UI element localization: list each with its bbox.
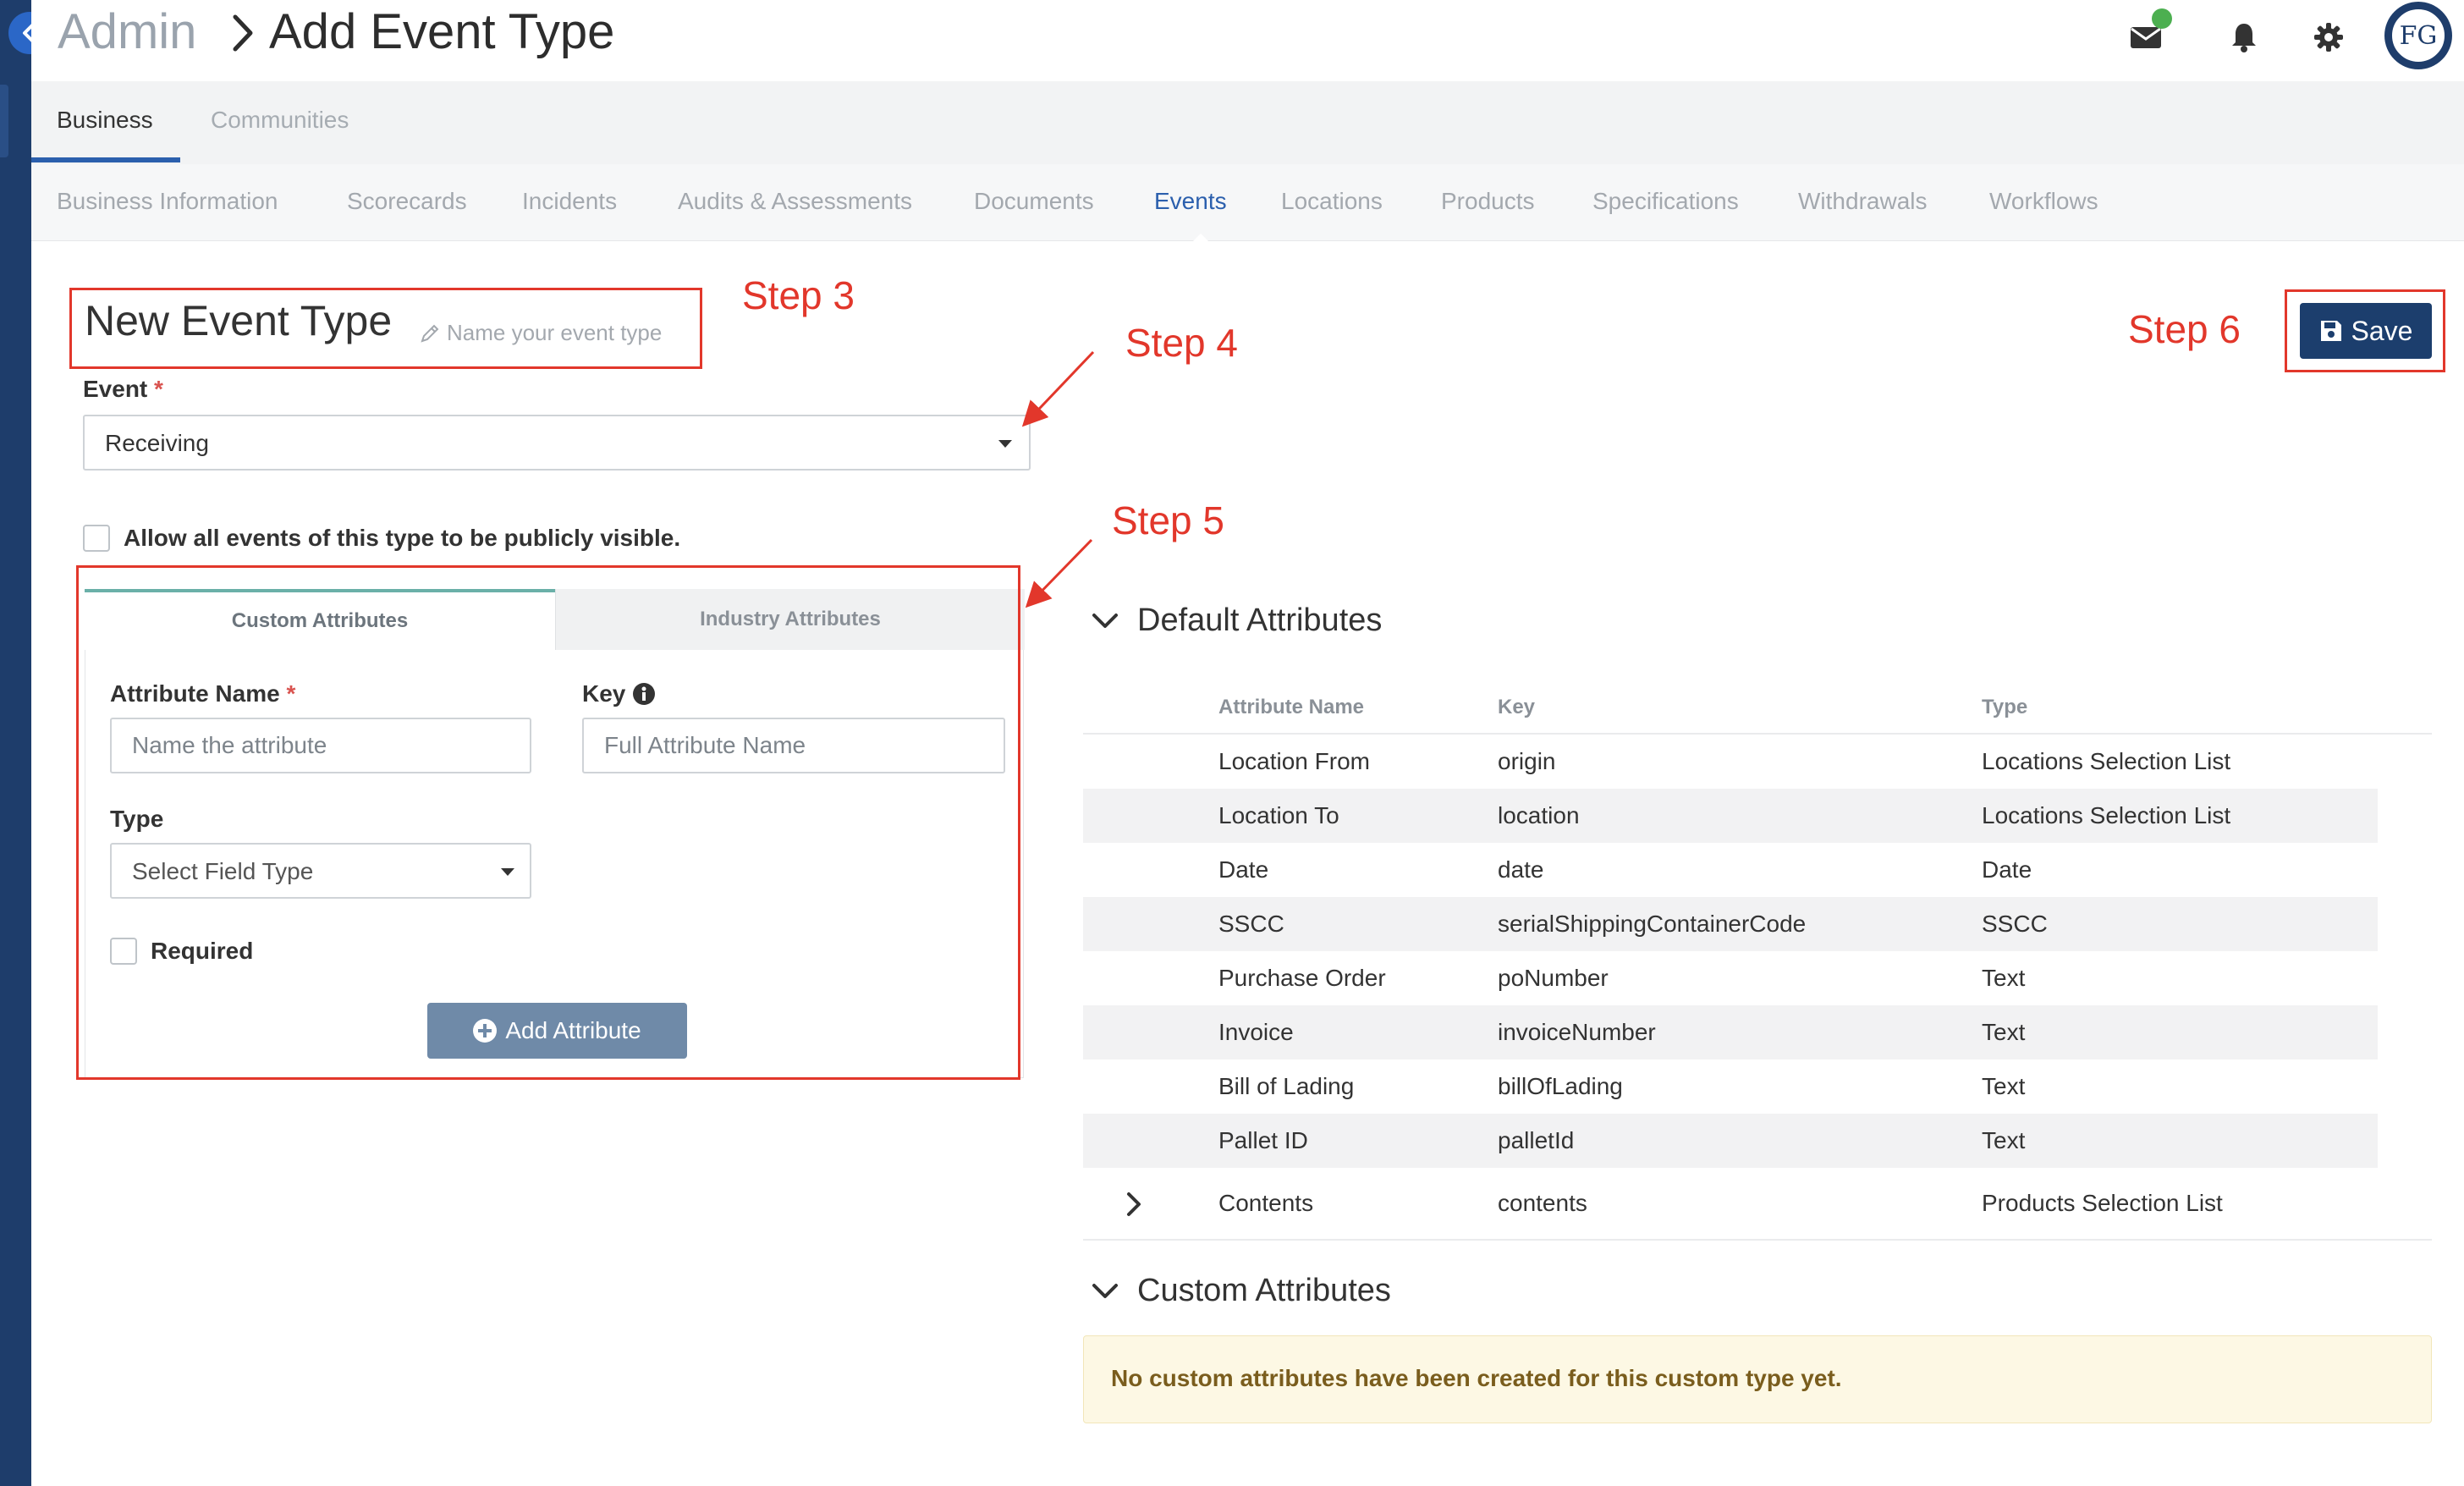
arrow-step4 bbox=[1021, 350, 1095, 427]
annotation-arrows bbox=[1021, 350, 1095, 608]
arrow-step5 bbox=[1025, 538, 1093, 608]
